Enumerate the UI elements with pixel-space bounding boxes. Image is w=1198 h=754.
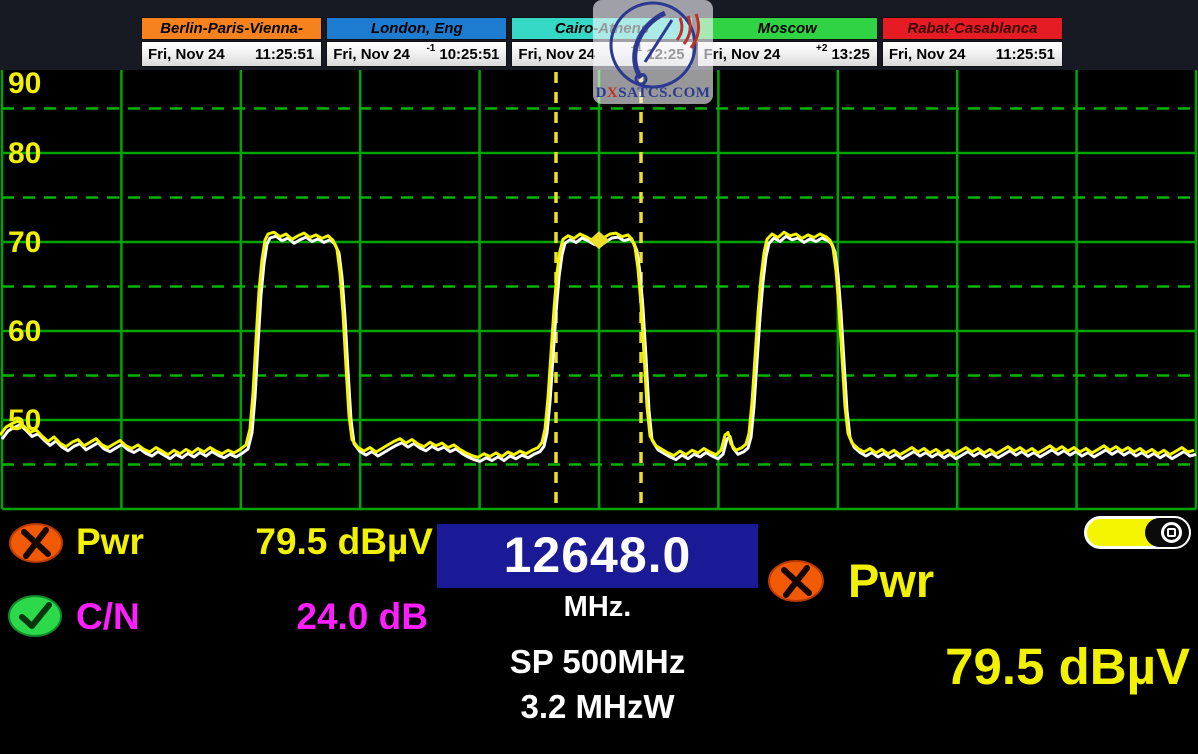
y-axis-tick-label: 90 [8,68,41,100]
clock-date: Fri, Nov 24 [512,46,595,63]
clock-date: Fri, Nov 24 [883,46,966,63]
live-trace [0,232,1194,457]
pwr-value: 79.5 dBµV [255,521,433,563]
y-axis-tick-label: 60 [8,315,41,348]
dxsatcs-watermark: DXSATCS.COM [593,0,713,104]
clock-city: Berlin-Paris-Vienna-Roma [141,17,322,40]
watermark-text: DXSATCS.COM [593,85,713,102]
cn-ok-check-icon [8,595,63,638]
bandwidth-label: 3.2 MHzW [437,688,758,726]
clock-utc-offset: +2 [816,43,831,54]
clock-cell: Berlin-Paris-Vienna-Roma Fri, Nov 24 11:25… [141,17,322,67]
clock-time: 13:25 [831,46,876,63]
pwr-big-value: 79.5 dBµV [945,637,1190,696]
clock-cell: London, Eng Fri, Nov 24 -110:25:51 [326,17,507,67]
pwr-big-label: Pwr [848,553,934,608]
power-toggle[interactable] [1084,516,1191,549]
clock-time-row: Fri, Nov 24 -110:25:51 [326,41,507,67]
y-axis-tick-label: 80 [8,137,41,170]
cn-label: C/N [76,596,140,638]
span-label: SP 500MHz [437,643,758,681]
clock-time-row: Fri, Nov 24+213:25 [697,41,878,67]
clock-time: 11:25:51 [255,46,321,63]
frequency-display[interactable]: 12648.0 [437,524,758,588]
clock-time: 11:25:51 [996,46,1062,63]
clock-date: Fri, Nov 24 [327,46,410,63]
frequency-unit-label: MHz. [437,591,758,624]
clock-city: London, Eng [326,17,507,40]
clock-time: 10:25:51 [439,46,506,63]
clock-cell: MoscowFri, Nov 24+213:25 [697,17,878,67]
y-axis-tick-label: 70 [8,226,41,259]
clock-cell: Rabat-Casablanca Fri, Nov 24 11:25:51 [882,17,1063,67]
readout-panel: Pwr 79.5 dBµV C/N 24.0 dB 12648.0 MHz. S… [0,515,1198,754]
satmeter-screen: Berlin-Paris-Vienna-Roma Fri, Nov 24 11:25… [0,0,1198,754]
cn-value: 24.0 dB [296,596,428,638]
clock-time-row: Fri, Nov 24 11:25:51 [882,41,1063,67]
pwr-error-x-icon [9,523,64,564]
spectrum-chart: 90 80 70 60 50 [0,68,1198,514]
pwr2-error-x-icon [768,560,825,604]
clock-date: Fri, Nov 24 [142,46,225,63]
clock-utc-offset: -1 [426,43,439,54]
y-axis-tick-label: 50 [8,404,41,437]
clock-city: Rabat-Casablanca [882,17,1063,40]
toggle-knob-icon [1145,518,1189,547]
clock-city: Moscow [697,17,878,40]
clock-time-row: Fri, Nov 24 11:25:51 [141,41,322,67]
peak-marker-icon [589,231,609,249]
pwr-label: Pwr [76,521,144,563]
